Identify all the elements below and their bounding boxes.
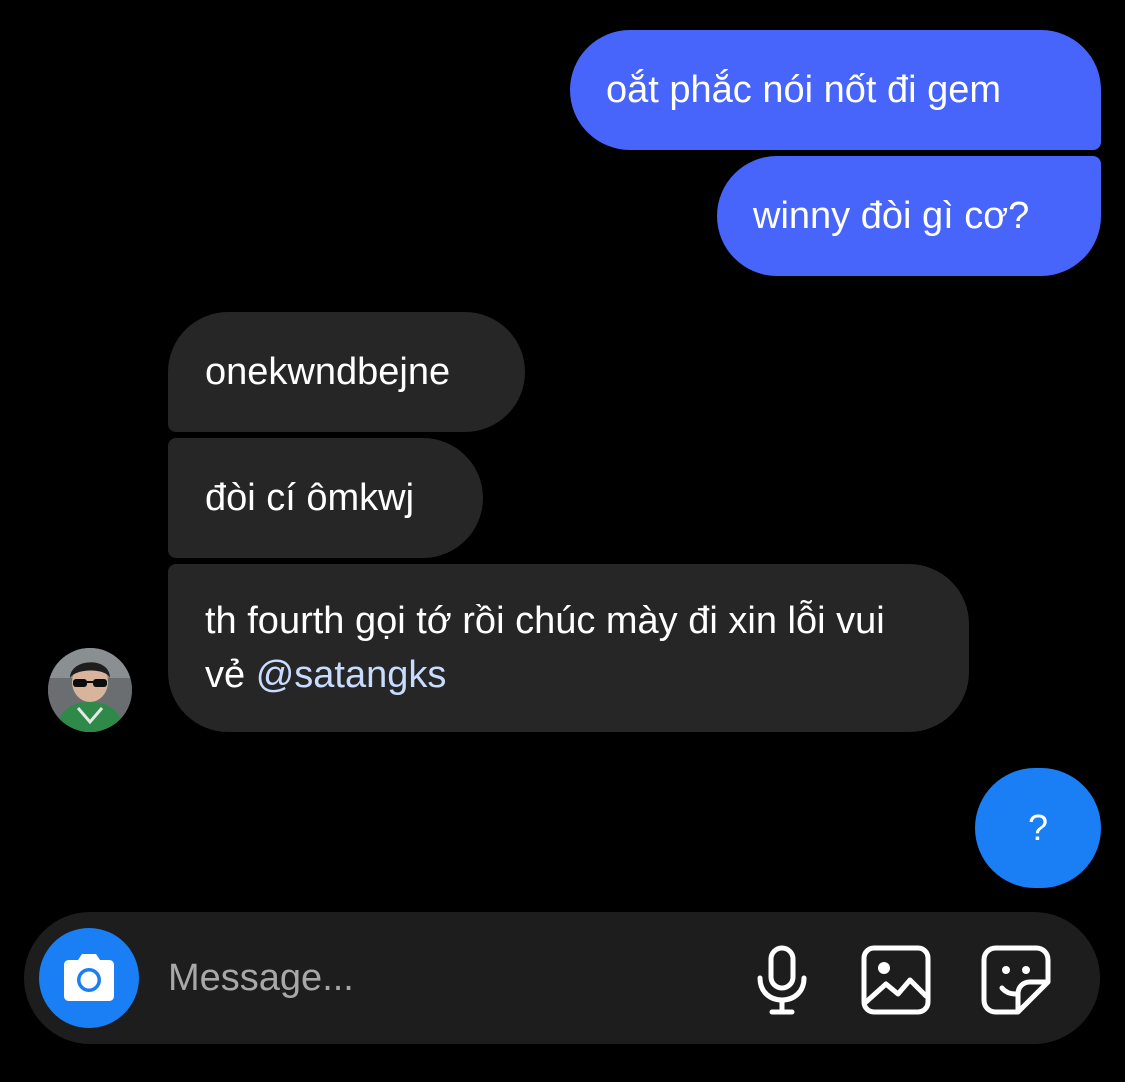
outgoing-message[interactable]: oắt phắc nói nốt đi gem — [570, 30, 1101, 150]
outgoing-message[interactable]: winny đòi gì cơ? — [717, 156, 1101, 276]
camera-button[interactable] — [39, 928, 139, 1028]
gallery-button[interactable] — [858, 942, 934, 1018]
microphone-icon — [757, 945, 807, 1015]
gallery-icon — [861, 945, 931, 1015]
camera-icon — [64, 954, 114, 1001]
incoming-message[interactable]: onekwndbejne — [168, 312, 525, 432]
avatar[interactable] — [48, 648, 132, 732]
incoming-message[interactable]: th fourth gọi tớ rồi chúc mày đi xin lỗi… — [168, 564, 969, 732]
sticker-button[interactable] — [978, 942, 1054, 1018]
avatar-image — [48, 648, 132, 732]
microphone-button[interactable] — [744, 942, 820, 1018]
message-composer — [24, 912, 1100, 1044]
user-mention-link[interactable]: @satangks — [256, 654, 447, 696]
outgoing-message[interactable]: ? — [975, 768, 1101, 888]
incoming-message[interactable]: đòi cí ômkwj — [168, 438, 483, 558]
sticker-icon — [981, 945, 1051, 1015]
message-input[interactable] — [168, 946, 728, 1010]
